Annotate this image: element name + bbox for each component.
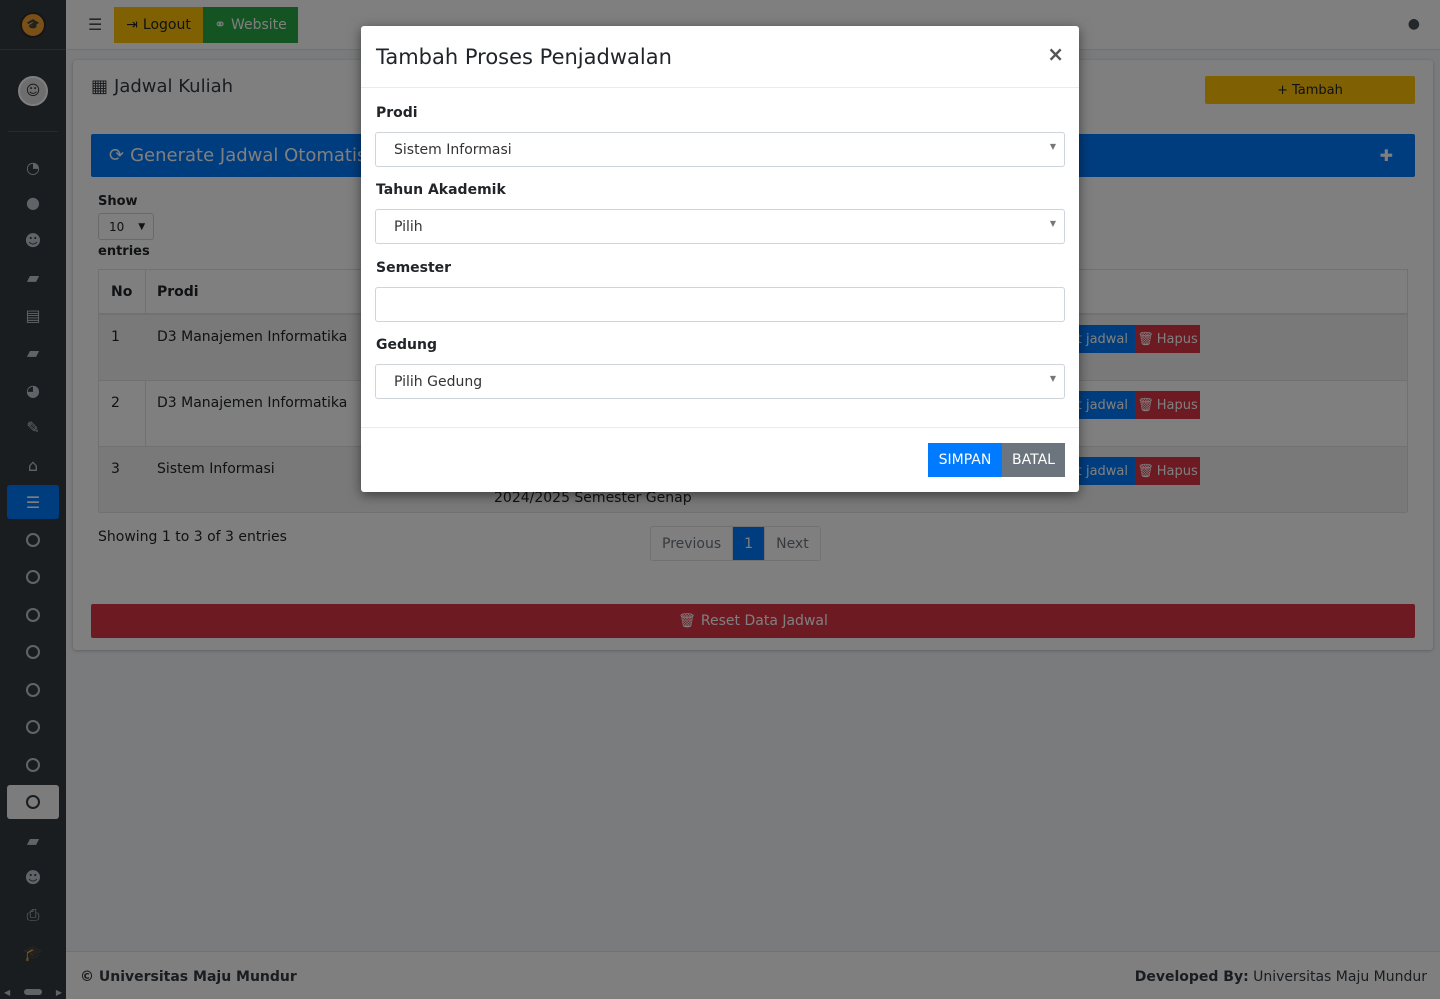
tahun-akademik-select[interactable]: Pilih ▼	[375, 209, 1065, 244]
caret-down-icon: ▼	[1049, 219, 1056, 228]
gedung-select[interactable]: Pilih Gedung ▼	[375, 364, 1065, 399]
batal-button[interactable]: BATAL	[1002, 443, 1065, 477]
tambah-proses-modal: Tambah Proses Penjadwalan × Prodi Sistem…	[361, 26, 1079, 492]
modal-header: Tambah Proses Penjadwalan ×	[361, 26, 1079, 88]
gedung-label: Gedung	[376, 337, 437, 353]
modal-footer-divider	[361, 427, 1079, 428]
simpan-button[interactable]: SIMPAN	[928, 443, 1002, 477]
caret-down-icon: ▼	[1049, 374, 1056, 383]
tahun-akademik-label: Tahun Akademik	[376, 182, 506, 198]
caret-down-icon: ▼	[1049, 142, 1056, 151]
close-icon[interactable]: ×	[1047, 42, 1064, 66]
prodi-select[interactable]: Sistem Informasi ▼	[375, 132, 1065, 167]
prodi-label: Prodi	[376, 105, 418, 121]
semester-label: Semester	[376, 260, 452, 276]
semester-input[interactable]	[375, 287, 1065, 322]
modal-title: Tambah Proses Penjadwalan	[376, 45, 672, 69]
